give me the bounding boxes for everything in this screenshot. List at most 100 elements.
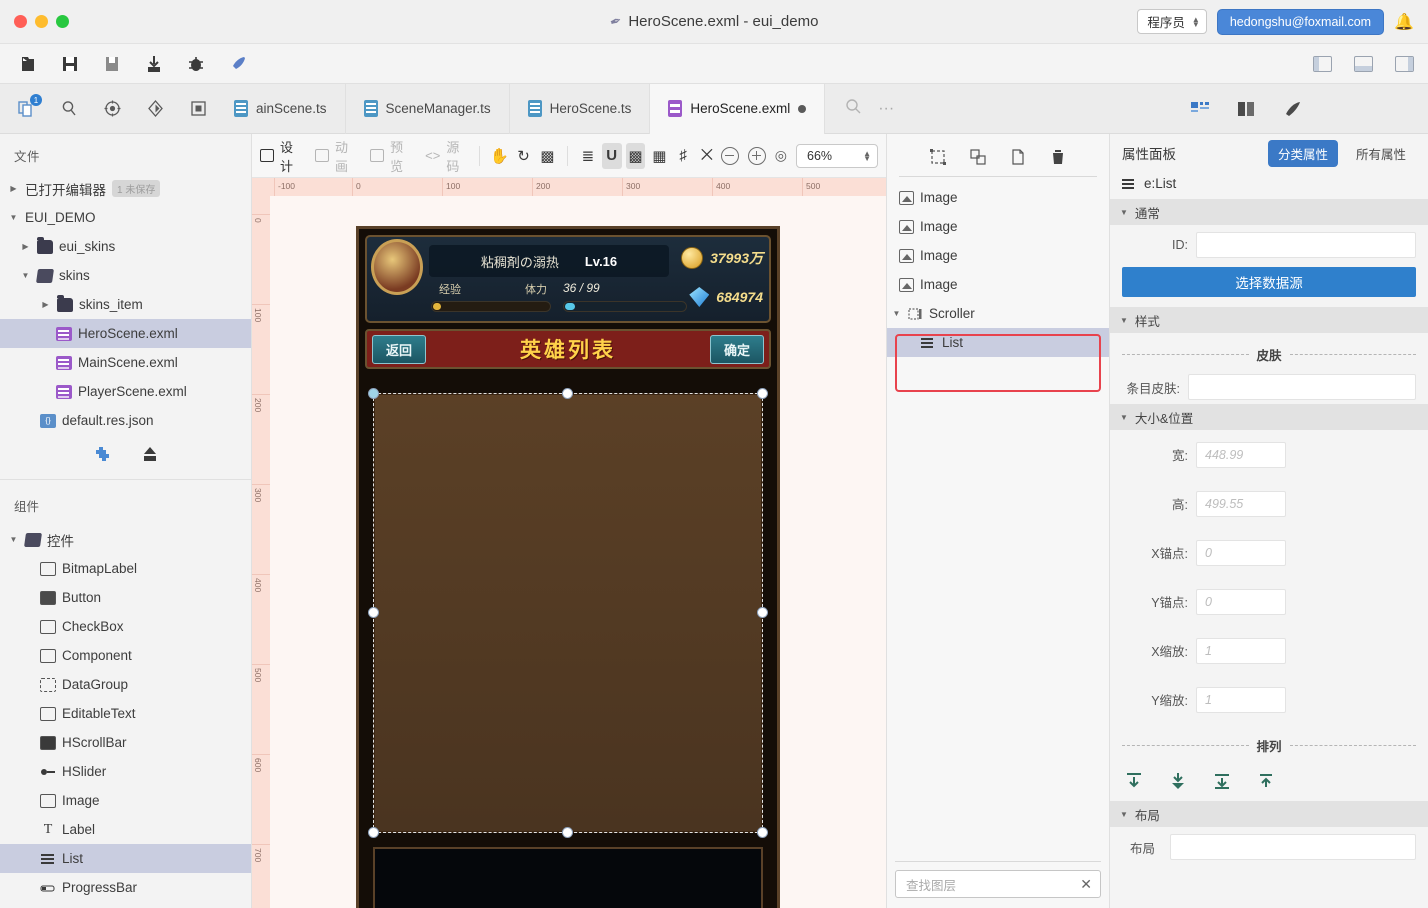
explorer-icon[interactable]: 1 [16,94,42,119]
window-controls[interactable] [14,15,69,28]
tree-item-mainscene-exml[interactable]: MainScene.exml [0,348,251,377]
section-size-position[interactable]: ▼ 大小&位置 [1110,404,1428,430]
maximize-window-button[interactable] [56,15,69,28]
refresh-icon[interactable]: ↻ [514,143,534,169]
layers-icon[interactable]: ≣ [578,143,598,169]
resize-handle-br[interactable] [757,827,768,838]
canvas-area[interactable]: -100 0 100 200 300 400 500 0 100 200 300… [252,178,886,908]
scale-x-input[interactable]: 1 [1196,637,1286,664]
bell-icon[interactable]: 🔔 [1394,12,1414,32]
layer-item-scroller[interactable]: ▼ Scroller [887,299,1109,328]
tab-scenemanager-ts[interactable]: SceneManager.ts [346,83,510,134]
run-icon[interactable] [228,54,248,74]
tree-item-skins[interactable]: ▼ skins [0,261,251,290]
extensions-icon[interactable] [188,98,209,119]
component-item-label[interactable]: T Label [0,815,251,844]
more-options-button[interactable]: ··· [878,100,894,118]
component-item-hslider[interactable]: HSlider [0,757,251,786]
design-surface[interactable]: 粘稠剤の溺热 Lv.16 37993万 684974 经验 体力 36 / 99 [270,196,886,908]
component-item-datagroup[interactable]: DataGroup [0,670,251,699]
mode-source[interactable]: <> 源码 [417,140,469,174]
ungroup-icon[interactable] [969,148,987,166]
source-control-icon[interactable] [145,98,166,119]
delete-icon[interactable] [1049,148,1067,166]
toggle-right-panel-icon[interactable] [1395,55,1414,72]
chevron-updown-icon[interactable]: ▲ ▼ [863,149,871,162]
width-input[interactable]: 448.99 [1196,441,1286,468]
chevron-down-icon[interactable]: ▼ [20,271,31,280]
save-icon[interactable] [60,54,80,74]
mode-design[interactable]: 设计 [252,140,303,174]
resize-handle-bc[interactable] [562,827,573,838]
align-middle-icon[interactable] [1168,771,1188,791]
component-item-hscrollbar[interactable]: HScrollBar [0,728,251,757]
resize-handle-ml[interactable] [368,607,379,618]
chevron-right-icon[interactable]: ▶ [20,242,31,251]
chevron-right-icon[interactable]: ▶ [40,300,51,309]
theme-icon[interactable] [1282,100,1302,118]
tab-heroscene-ts[interactable]: HeroScene.ts [510,83,651,134]
layer-item-image-1[interactable]: Image [887,183,1109,212]
tree-item-heroscene-exml[interactable]: HeroScene.exml [0,319,251,348]
scale-y-input[interactable]: 1 [1196,686,1286,713]
align-icon[interactable]: ▩ [625,142,646,169]
layer-search-input[interactable]: 查找图层 ✕ [895,870,1101,898]
component-item-button[interactable]: Button [0,583,251,612]
height-input[interactable]: 499.55 [1196,490,1286,517]
confirm-button[interactable]: 确定 [709,334,764,364]
group-icon[interactable] [929,148,947,166]
toggle-left-panel-icon[interactable] [1313,55,1332,72]
component-item-image[interactable]: Image [0,786,251,815]
component-item-editabletext[interactable]: EditableText [0,699,251,728]
toggle-bottom-panel-icon[interactable] [1354,55,1373,72]
guides-icon[interactable]: ♯ [673,143,693,169]
search-icon[interactable] [59,98,80,119]
id-input[interactable] [1196,232,1416,258]
anchor-x-input[interactable]: 0 [1196,539,1286,566]
layer-item-image-2[interactable]: Image [887,212,1109,241]
chevron-down-icon[interactable]: ▼ [8,213,19,222]
align-top-icon[interactable] [1124,771,1144,791]
tree-item-default-res-json[interactable]: default.res.json [0,406,251,435]
hand-tool-icon[interactable]: ✋ [490,143,510,169]
grid-icon[interactable]: ▦ [649,143,669,169]
resources-icon[interactable] [1236,100,1256,118]
resize-handle-tc[interactable] [562,388,573,399]
tree-item-open-editors[interactable]: ▶ 已打开编辑器 1 未保存 [0,174,251,203]
component-item-list[interactable]: List [0,844,251,873]
components-root[interactable]: ▼ 控件 [0,525,251,554]
tree-item-eui-skins[interactable]: ▶ eui_skins [0,232,251,261]
preview-icon[interactable] [845,98,862,120]
publish-icon[interactable] [144,54,164,74]
section-style[interactable]: ▼ 样式 [1110,307,1428,333]
chevron-right-icon[interactable]: ▶ [8,184,19,193]
section-layout[interactable]: ▼ 布局 [1110,801,1428,827]
anchor-y-input[interactable]: 0 [1196,588,1286,615]
select-datasource-button[interactable]: 选择数据源 [1122,267,1416,297]
close-icon[interactable]: ✕ [1080,876,1092,893]
layer-item-image-4[interactable]: Image [887,270,1109,299]
zoom-out-icon[interactable] [720,146,739,165]
component-item-bitmaplabel[interactable]: BitmapLabel [0,554,251,583]
layout-input[interactable] [1170,834,1416,860]
item-skin-input[interactable] [1188,374,1416,400]
chevron-down-icon[interactable]: ▼ [891,309,902,318]
distribute-icon[interactable] [1256,771,1276,791]
layer-item-image-3[interactable]: Image [887,241,1109,270]
new-project-icon[interactable] [18,54,38,74]
tab-heroscene-exml[interactable]: HeroScene.exml [650,83,826,134]
game-stage[interactable]: 粘稠剤の溺热 Lv.16 37993万 684974 经验 体力 36 / 99 [356,226,780,908]
component-item-component[interactable]: Component [0,641,251,670]
layer-item-list[interactable]: List [887,328,1109,357]
add-plugin-icon[interactable] [92,445,112,463]
resize-handle-tr[interactable] [757,388,768,399]
resize-handle-bl[interactable] [368,827,379,838]
component-item-checkbox[interactable]: CheckBox [0,612,251,641]
save-as-icon[interactable] [102,54,122,74]
resize-handle-tl[interactable] [368,388,379,399]
bounds-icon[interactable]: ▩ [537,143,557,169]
component-item-progressbar[interactable]: ProgressBar [0,873,251,902]
zoom-level-field[interactable]: 66% ▲ ▼ [796,143,878,168]
tab-all-properties[interactable]: 所有属性 [1346,140,1416,167]
zoom-in-icon[interactable] [747,146,766,165]
